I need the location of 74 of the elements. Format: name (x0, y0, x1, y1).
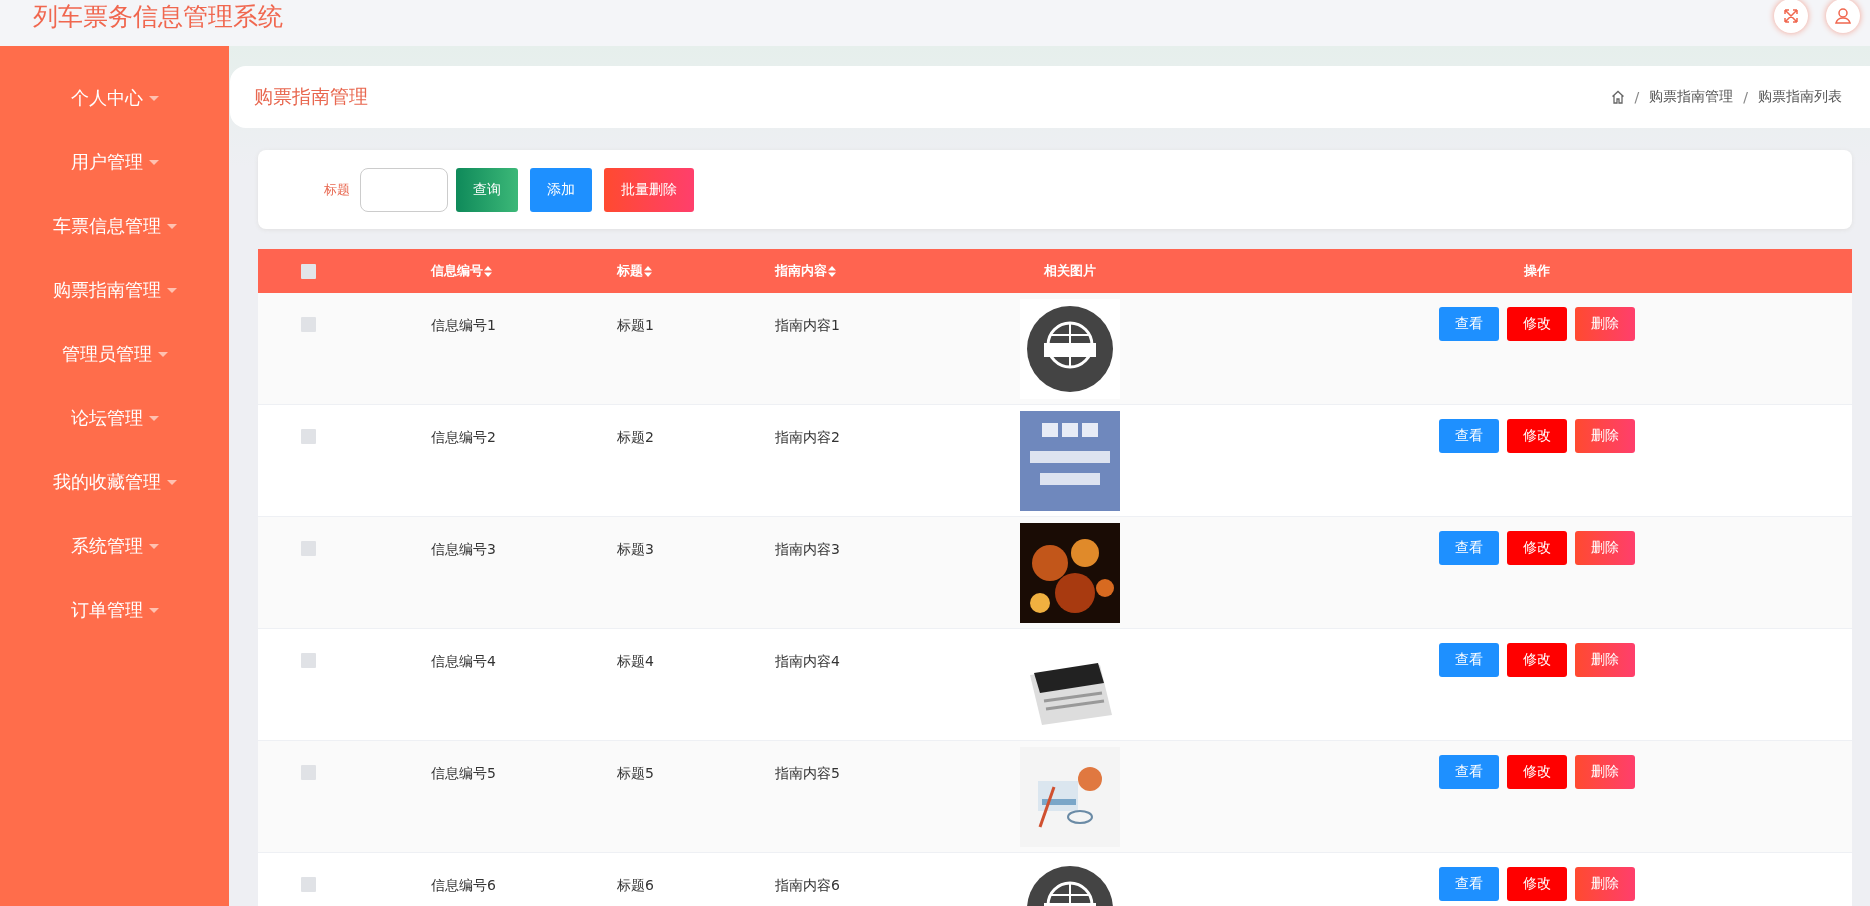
user-icon[interactable] (1826, 0, 1860, 33)
breadcrumb-separator: / (1634, 89, 1640, 105)
table-cell: 标题2 (617, 429, 654, 445)
column-header[interactable]: 信息编号 (431, 262, 492, 280)
breadcrumb-item[interactable]: 购票指南列表 (1758, 88, 1842, 106)
breadcrumb-separator: / (1743, 89, 1748, 105)
edit-button[interactable]: 修改 (1506, 531, 1567, 565)
sidebar-item[interactable]: 个人中心 (0, 76, 229, 120)
delete-button[interactable]: 删除 (1574, 307, 1635, 341)
delete-button[interactable]: 删除 (1574, 419, 1635, 453)
select-all-checkbox[interactable] (301, 263, 316, 279)
sidebar-item[interactable]: 系统管理 (0, 524, 229, 568)
table-cell: 信息编号4 (431, 653, 496, 669)
page-title: 购票指南管理 (254, 84, 368, 109)
view-button[interactable]: 查看 (1438, 419, 1499, 453)
table-cell: 指南内容1 (775, 317, 840, 333)
row-checkbox[interactable] (301, 877, 316, 892)
title-input[interactable] (360, 167, 448, 212)
table-cell: 指南内容5 (775, 765, 840, 781)
app-title: 列车票务信息管理系统 (33, 0, 283, 33)
row-checkbox[interactable] (301, 429, 316, 444)
sort-icon[interactable] (484, 265, 492, 277)
sort-icon[interactable] (644, 265, 652, 277)
table-cell: 指南内容3 (775, 541, 840, 557)
delete-button[interactable]: 删除 (1574, 531, 1635, 565)
table-cell: 标题1 (617, 317, 654, 333)
edit-button[interactable]: 修改 (1506, 755, 1567, 789)
table-cell: 信息编号1 (431, 317, 496, 333)
row-checkbox[interactable] (301, 653, 316, 668)
delete-button[interactable]: 删除 (1574, 867, 1635, 901)
row-checkbox[interactable] (301, 765, 316, 780)
table-cell: 指南内容2 (775, 429, 840, 445)
sidebar-item[interactable]: 购票指南管理 (0, 268, 229, 312)
search-label: 标题 (324, 180, 350, 199)
edit-button[interactable]: 修改 (1506, 643, 1567, 677)
delete-button[interactable]: 删除 (1574, 755, 1635, 789)
table-cell: 指南内容4 (775, 653, 840, 669)
view-button[interactable]: 查看 (1438, 643, 1499, 677)
view-button[interactable]: 查看 (1438, 307, 1499, 341)
delete-button[interactable]: 删除 (1574, 643, 1635, 677)
view-button[interactable]: 查看 (1438, 867, 1499, 901)
breadcrumb-item[interactable]: 购票指南管理 (1649, 88, 1734, 106)
view-button[interactable]: 查看 (1438, 531, 1499, 565)
table-cell: 信息编号5 (431, 765, 496, 781)
table-cell: 标题6 (617, 877, 654, 893)
column-header[interactable]: 相关图片 (1044, 262, 1096, 280)
column-header[interactable]: 标题 (617, 262, 652, 280)
home-icon[interactable] (1610, 90, 1625, 104)
sidebar-item[interactable]: 管理员管理 (0, 332, 229, 376)
row-checkbox[interactable] (301, 317, 316, 332)
row-checkbox[interactable] (301, 541, 316, 556)
edit-button[interactable]: 修改 (1506, 307, 1567, 341)
column-header[interactable]: 指南内容 (775, 262, 836, 280)
sidebar-item[interactable]: 用户管理 (0, 140, 229, 184)
table-cell: 信息编号2 (431, 429, 496, 445)
edit-button[interactable]: 修改 (1506, 419, 1567, 453)
table-cell: 信息编号6 (431, 877, 496, 893)
add-button[interactable]: 添加 (530, 167, 592, 212)
sidebar-item[interactable]: 我的收藏管理 (0, 460, 229, 504)
table-cell: 标题4 (617, 653, 654, 669)
sidebar-item[interactable]: 车票信息管理 (0, 204, 229, 248)
view-button[interactable]: 查看 (1438, 755, 1499, 789)
edit-button[interactable]: 修改 (1506, 867, 1567, 901)
search-button[interactable]: 查询 (456, 167, 518, 212)
column-header[interactable]: 操作 (1523, 262, 1550, 280)
delete-button[interactable]: 批量删除 (604, 167, 694, 212)
table-cell: 信息编号3 (431, 541, 496, 557)
fullscreen-icon[interactable] (1774, 0, 1808, 33)
sidebar-item[interactable]: 订单管理 (0, 588, 229, 632)
table-cell: 指南内容6 (775, 877, 840, 893)
sort-icon[interactable] (828, 265, 836, 277)
table-cell: 标题5 (617, 765, 654, 781)
table-cell: 标题3 (617, 541, 654, 557)
sidebar-item[interactable]: 论坛管理 (0, 396, 229, 440)
